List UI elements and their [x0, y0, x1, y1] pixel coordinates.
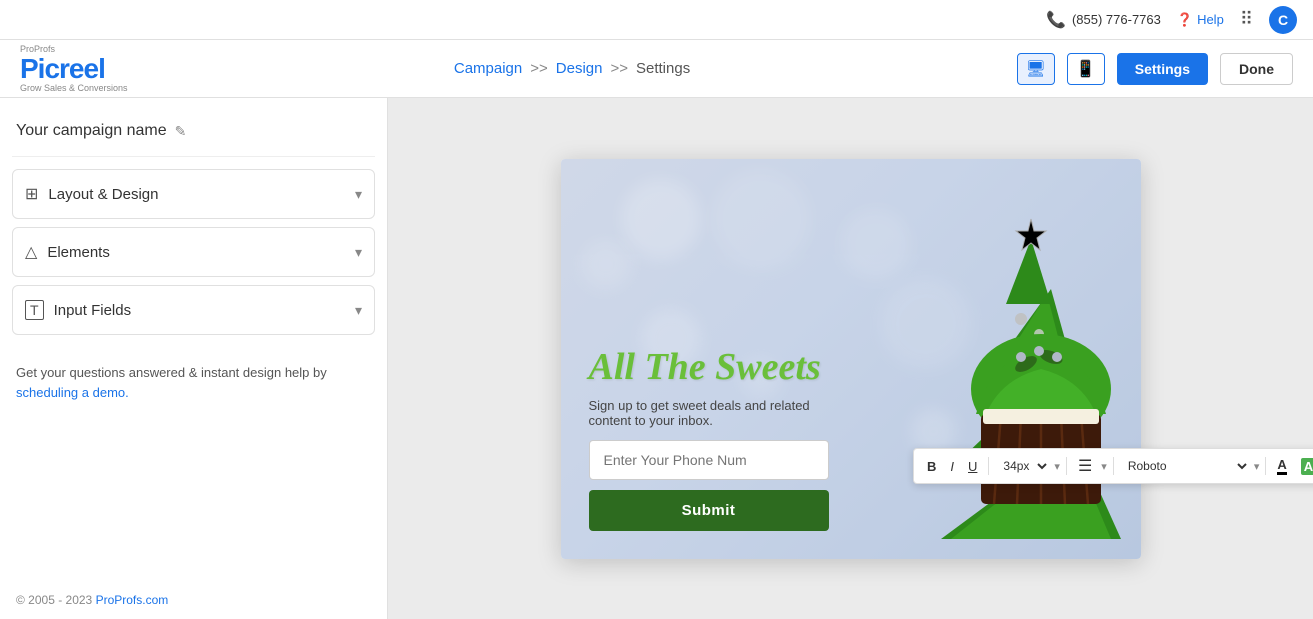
phone-number: 📞 (855) 776-7763 [1046, 10, 1161, 30]
font-family-select[interactable]: Roboto Arial Georgia Times New Roman [1120, 456, 1250, 476]
settings-button[interactable]: Settings [1117, 53, 1208, 85]
header-actions: 🖥 📱 Settings Done [1017, 53, 1293, 85]
arrow-2: >> [610, 60, 628, 77]
chevron-down-icon-3: ▾ [355, 302, 362, 319]
campaign-name: Your campaign name [16, 122, 167, 140]
top-bar: 📞 (855) 776-7763 ❓ Help ⠿ C [0, 0, 1313, 40]
chevron-down-icon-2: ▾ [355, 244, 362, 261]
proprofs-link[interactable]: ProProfs.com [96, 593, 169, 607]
logo-picreel[interactable]: Picreel [20, 55, 128, 83]
popup-card: All The Sweets Sign up to get sweet deal… [561, 159, 1141, 559]
grid-icon[interactable]: ⠿ [1240, 9, 1253, 30]
done-button[interactable]: Done [1220, 53, 1293, 85]
bold-button[interactable]: B [922, 456, 941, 477]
chevron-size-icon: ▾ [1054, 460, 1060, 473]
editor-toolbar: B I U 34px 12px 14px 18px 24px 36px ▾ ☰ … [913, 448, 1313, 484]
campaign-name-row: Your campaign name ✎ [12, 114, 375, 157]
separator-2 [1066, 457, 1067, 475]
text-bg-color-button[interactable]: A [1296, 455, 1313, 478]
font-size-select[interactable]: 34px 12px 14px 18px 24px 36px [995, 456, 1050, 476]
italic-button[interactable]: I [945, 456, 959, 477]
sidebar-item-layout-design[interactable]: ⊞ Layout & Design ▾ [12, 169, 375, 219]
underline-button[interactable]: U [963, 456, 982, 477]
popup-background: All The Sweets Sign up to get sweet deal… [561, 159, 1141, 559]
chevron-font-icon: ▾ [1254, 460, 1260, 473]
popup-title[interactable]: All The Sweets [589, 346, 821, 390]
footer: © 2005 - 2023 ProProfs.com [12, 585, 375, 607]
edit-icon[interactable]: ✎ [175, 123, 187, 140]
layout-design-icon: ⊞ [25, 184, 38, 204]
logo-area: ProProfs Picreel Grow Sales & Conversion… [20, 44, 128, 93]
align-button[interactable]: ☰ [1073, 453, 1097, 479]
preview-area: All The Sweets Sign up to get sweet deal… [388, 98, 1313, 619]
avatar[interactable]: C [1269, 6, 1297, 34]
demo-link[interactable]: scheduling a demo. [16, 385, 129, 400]
input-fields-label: Input Fields [54, 302, 132, 319]
sidebar-item-elements[interactable]: △ Elements ▾ [12, 227, 375, 277]
mobile-icon: 📱 [1076, 59, 1096, 79]
nav-design[interactable]: Design [556, 60, 603, 77]
submit-button[interactable]: Submit [589, 490, 829, 531]
chevron-down-icon: ▾ [355, 186, 362, 203]
chevron-align-icon: ▾ [1101, 460, 1107, 473]
main-layout: Your campaign name ✎ ⊞ Layout & Design ▾… [0, 98, 1313, 619]
sidebar: Your campaign name ✎ ⊞ Layout & Design ▾… [0, 98, 388, 619]
mobile-view-button[interactable]: 📱 [1067, 53, 1105, 85]
elements-icon: △ [25, 242, 37, 262]
text-color-icon: A [1277, 457, 1286, 475]
logo-tagline: Grow Sales & Conversions [20, 83, 128, 93]
phone-input-wrapper [589, 440, 829, 480]
nav-settings: Settings [636, 60, 690, 77]
input-fields-icon: T [25, 300, 44, 320]
separator-3 [1113, 457, 1114, 475]
nav-campaign[interactable]: Campaign [454, 60, 522, 77]
phone-icon: 📞 [1046, 10, 1066, 30]
separator-4 [1265, 457, 1266, 475]
desktop-view-button[interactable]: 🖥 [1017, 53, 1055, 85]
sidebar-item-input-fields[interactable]: T Input Fields ▾ [12, 285, 375, 335]
header: ProProfs Picreel Grow Sales & Conversion… [0, 40, 1313, 98]
phone-input[interactable] [589, 440, 829, 480]
cupcake-illustration: ❄ [911, 219, 1141, 559]
help-text: Get your questions answered & instant de… [12, 363, 375, 402]
help-link[interactable]: ❓ Help [1177, 12, 1224, 28]
text-color-button[interactable]: A [1272, 454, 1291, 478]
separator-1 [988, 457, 989, 475]
help-icon: ❓ [1177, 12, 1193, 28]
popup-subtitle[interactable]: Sign up to get sweet deals and related c… [589, 398, 849, 428]
text-bg-icon: A [1301, 458, 1313, 475]
arrow-1: >> [530, 60, 548, 77]
breadcrumb: Campaign >> Design >> Settings [454, 60, 690, 77]
layout-design-label: Layout & Design [48, 186, 158, 203]
elements-label: Elements [47, 244, 110, 261]
desktop-icon: 🖥 [1026, 59, 1046, 79]
